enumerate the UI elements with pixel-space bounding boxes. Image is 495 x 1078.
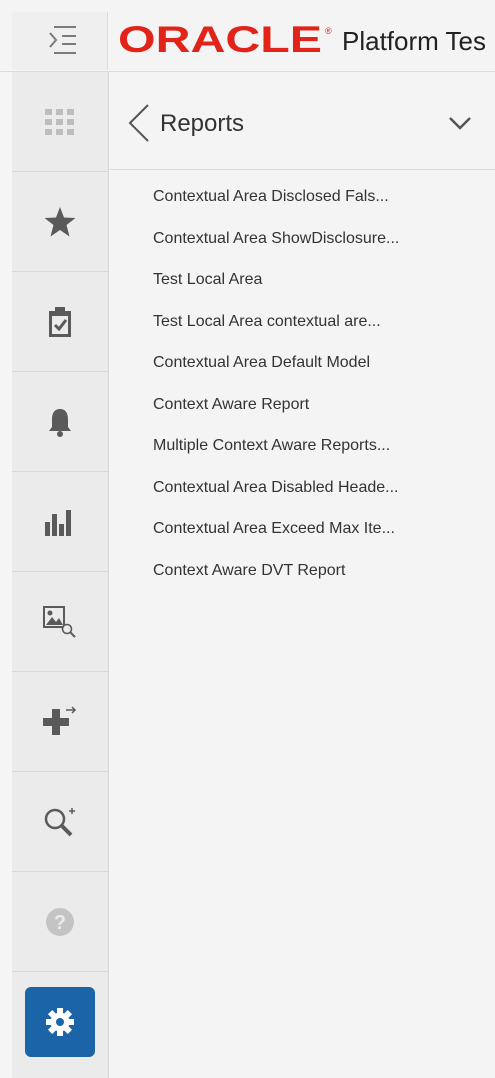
image-search-icon <box>43 605 76 638</box>
rail-item-notifications[interactable] <box>12 372 108 472</box>
oracle-logo: ORACLE ® <box>118 22 332 56</box>
apps-grid-icon <box>45 108 74 135</box>
report-item[interactable]: Contextual Area Exceed Max Ite... <box>153 520 399 562</box>
report-item[interactable]: Context Aware DVT Report <box>153 562 399 604</box>
app-page: ORACLE ® Platform Tes ? Reports Contextu… <box>0 0 495 1078</box>
oracle-logo-text: ORACLE <box>118 22 322 56</box>
rail-item-help[interactable]: ? <box>12 872 108 972</box>
panel-header: Reports <box>110 72 495 170</box>
nav-toggle-button[interactable] <box>12 12 108 70</box>
rail-item-settings[interactable] <box>12 972 108 1072</box>
bell-icon <box>49 408 71 437</box>
report-item[interactable]: Contextual Area Disabled Heade... <box>153 479 399 521</box>
report-item[interactable]: Contextual Area ShowDisclosure... <box>153 230 399 272</box>
report-item[interactable]: Test Local Area <box>153 271 399 313</box>
hamburger-icon <box>49 26 76 54</box>
rail-item-tasks[interactable] <box>12 272 108 372</box>
help-icon: ? <box>46 907 74 936</box>
rail-item-apps[interactable] <box>12 72 108 172</box>
app-title: Platform Tes <box>342 26 487 56</box>
rail-item-add[interactable] <box>12 672 108 772</box>
top-header: ORACLE ® Platform Tes <box>0 0 495 72</box>
panel-title: Reports <box>160 110 245 137</box>
rail-item-search[interactable] <box>12 772 108 872</box>
svg-text:®: ® <box>325 26 332 36</box>
icon-rail: ? <box>12 72 109 1078</box>
report-item[interactable]: Test Local Area contextual are... <box>153 313 399 355</box>
bar-chart-icon <box>45 509 71 536</box>
clipboard-check-icon <box>49 306 71 337</box>
rail-item-analytics[interactable] <box>12 472 108 572</box>
gear-icon <box>46 1008 74 1036</box>
report-list: Contextual Area Disclosed Fals... Contex… <box>153 188 399 603</box>
settings-button[interactable] <box>25 987 95 1057</box>
report-item[interactable]: Context Aware Report <box>153 396 399 438</box>
rail-item-favorites[interactable] <box>12 172 108 272</box>
rail-item-image-search[interactable] <box>12 572 108 672</box>
search-add-icon <box>44 807 75 836</box>
back-chevron-icon[interactable] <box>128 104 150 142</box>
svg-text:?: ? <box>54 912 66 934</box>
report-item[interactable]: Multiple Context Aware Reports... <box>153 437 399 479</box>
report-item[interactable]: Contextual Area Default Model <box>153 354 399 396</box>
chevron-down-icon[interactable] <box>448 116 472 130</box>
reports-panel: Reports Contextual Area Disclosed Fals..… <box>110 72 495 1078</box>
star-icon <box>44 206 76 236</box>
add-transfer-icon <box>43 705 77 735</box>
report-item[interactable]: Contextual Area Disclosed Fals... <box>153 188 399 230</box>
